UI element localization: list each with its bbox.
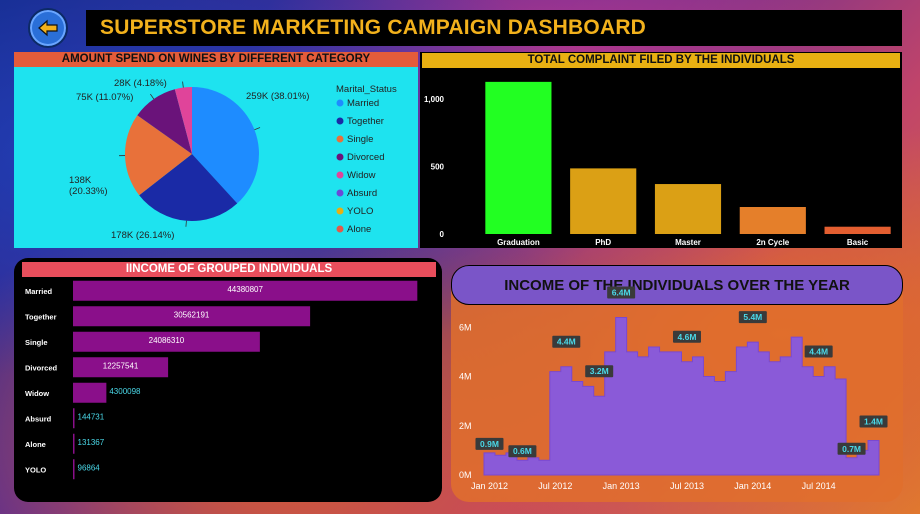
income-over-year-panel: INCOME OF THE INDIVIDUALS OVER THE YEAR … (451, 265, 903, 502)
income-group-bar-chart: Married 44380807 Together 30562191 Single 240… (25, 280, 418, 480)
hbar-value-label: 4300098 (109, 387, 141, 396)
legend-title: Marital_Status (336, 84, 397, 95)
legend-marker (336, 135, 344, 143)
area-data-label: 0.6M (513, 446, 532, 456)
area-data-label: 1.4M (864, 417, 883, 427)
pie-leader-line (182, 81, 184, 88)
legend-item-absurd: Absurd (347, 188, 377, 199)
hbar-bar-6 (73, 433, 75, 454)
dashboard-header: SUPERSTORE MARKETING CAMPAIGN DASHBOARD (86, 10, 902, 46)
area-xtick-label: Jul 2014 (802, 481, 836, 491)
complaint-ytick-label: 0 (440, 230, 445, 239)
hbar-value-label: 44380807 (227, 285, 263, 294)
complaint-bar-2 (654, 184, 722, 234)
legend-item-together: Together (347, 116, 384, 127)
area-data-label: 5.4M (743, 312, 762, 322)
legend-marker (336, 189, 344, 197)
area-xtick-label: Jan 2014 (734, 481, 771, 491)
complaint-bar-chart: 0 500 1,000 Graduation PhD Master 2n Cycle Basi… (424, 81, 891, 247)
complaint-ytick-label: 1,000 (424, 95, 445, 104)
complaint-bar-3 (739, 207, 806, 234)
hbar-value-label: 12257541 (103, 361, 139, 370)
complaint-xtick-label: Master (675, 238, 701, 247)
legend-item-widow: Widow (347, 170, 376, 181)
hbar-value-label: 24086310 (149, 336, 185, 345)
legend-marker (336, 171, 344, 179)
legend-marker (336, 99, 344, 107)
area-data-label: 3.2M (590, 366, 609, 376)
hbar-category-label: Absurd (25, 414, 52, 423)
pie-data-label: 75K (11.07%) (76, 92, 133, 103)
pie-leader-line (150, 93, 155, 100)
area-data-label: 0.9M (480, 439, 499, 449)
pie-data-label: (20.33%) (69, 186, 108, 197)
hbar-category-label: Married (25, 287, 53, 296)
income-group-panel: IINCOME OF GROUPED INDIVIDUALS Married 44… (14, 258, 442, 502)
legend-item-single: Single (347, 134, 373, 145)
area-xtick-label: Jul 2012 (538, 481, 572, 491)
hbar-value-label: 30562191 (174, 310, 210, 319)
area-xtick-label: Jul 2013 (670, 481, 704, 491)
page-title: SUPERSTORE MARKETING CAMPAIGN DASHBOARD (100, 16, 647, 39)
hbar-category-label: Single (25, 338, 48, 347)
pie-data-label: 178K (26.14%) (111, 230, 174, 241)
complaint-ytick-label: 500 (431, 163, 445, 172)
complaint-xtick-label: Graduation (497, 238, 540, 247)
area-ytick-label: 2M (459, 421, 472, 431)
pie-data-label: 138K (69, 175, 92, 186)
area-xtick-label: Jan 2013 (603, 481, 640, 491)
legend-item-married: Married (347, 98, 379, 109)
complaint-xtick-label: 2n Cycle (756, 238, 789, 247)
area-data-label: 4.4M (809, 347, 828, 357)
hbar-bar-7 (73, 459, 75, 480)
income-over-year-area-chart: 0M 2M 4M 6M 0.9M 0.6M 4.4M 3.2M 6.4M 4.6M 5.4M 4.4M… (459, 286, 888, 491)
area-ytick-label: 6M (459, 322, 472, 332)
area-data-label: 6.4M (612, 287, 631, 297)
hbar-value-label: 131367 (78, 438, 105, 447)
complaint-xtick-label: Basic (847, 238, 869, 247)
complaint-bar-0 (485, 81, 552, 234)
complaint-panel: TOTAL COMPLAINT FILED BY THE INDIVIDUALS… (420, 52, 902, 248)
complaint-bar-1 (570, 168, 637, 234)
hbar-value-label: 96864 (78, 463, 101, 472)
legend-item-divorced: Divorced (347, 152, 385, 163)
legend-marker (336, 225, 344, 233)
pie-leader-line (254, 127, 261, 131)
wine-spend-panel: AMOUNT SPEND ON WINES BY DIFFERENT CATEG… (14, 52, 418, 248)
hbar-value-label: 144731 (78, 412, 105, 421)
complaint-xtick-label: PhD (595, 238, 611, 247)
back-button[interactable] (28, 8, 68, 48)
hbar-bar-5 (73, 408, 75, 429)
area-data-label: 4.4M (557, 337, 576, 347)
legend-item-yolo: YOLO (347, 206, 373, 217)
pie-data-label: 259K (38.01%) (246, 91, 309, 102)
hbar-bar-4 (73, 382, 107, 403)
area-ytick-label: 0M (459, 470, 472, 480)
legend-item-alone: Alone (347, 224, 371, 235)
legend-marker (336, 207, 344, 215)
hbar-category-label: Widow (25, 389, 49, 398)
area-data-label: 0.7M (842, 444, 861, 454)
hbar-category-label: YOLO (25, 465, 46, 474)
area-data-label: 4.6M (678, 332, 697, 342)
hbar-category-label: Alone (25, 440, 46, 449)
complaint-bar-4 (824, 226, 891, 234)
legend-marker (336, 153, 344, 161)
hbar-category-label: Divorced (25, 363, 58, 372)
arrow-left-icon (38, 19, 58, 37)
wine-spend-pie-chart: 259K (38.01%) 178K (26.14%) 138K(20.33%) 75… (69, 78, 397, 241)
area-ytick-label: 4M (459, 372, 472, 382)
hbar-category-label: Together (25, 312, 57, 321)
pie-data-label: 28K (4.18%) (114, 78, 167, 89)
area-xtick-label: Jan 2012 (471, 481, 508, 491)
legend-marker (336, 117, 344, 125)
